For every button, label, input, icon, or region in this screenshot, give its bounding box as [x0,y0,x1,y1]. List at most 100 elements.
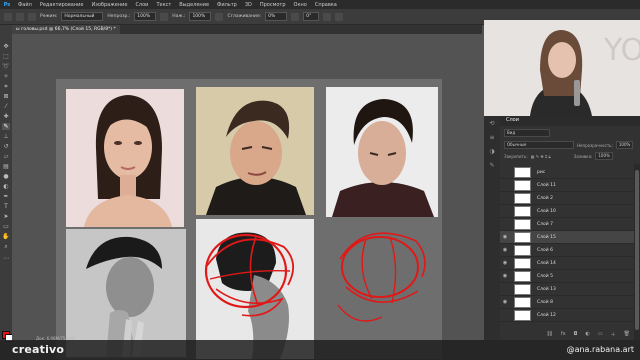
adjustments-panel-icon[interactable]: ◑ [488,148,496,156]
layer-thumbnail [514,283,531,295]
opacity-label: Непрозр.: [107,14,131,19]
layers-footer: ⛓ fx ◘ ◐ ▭ ＋ 🗑︎ [500,330,634,338]
new-layer-icon[interactable]: ＋ [611,331,616,338]
angle-field[interactable]: 0° [303,12,320,21]
layer-row[interactable]: Слой 11 [500,179,634,192]
lock-icons[interactable]: ▦ ✎ ✥ ⌗ 🔒︎ [531,154,551,159]
add-mask-icon[interactable]: ◘ [574,331,578,337]
pen-tool-icon[interactable]: ✒ [2,193,10,200]
smoothing-label: Сглаживание: [227,14,262,19]
pressure-opacity-icon[interactable] [160,12,169,21]
menu-select[interactable]: Выделение [175,2,213,8]
flow-label: Наж.: [172,14,186,19]
adjustment-layer-icon[interactable]: ◐ [586,331,590,337]
link-layers-icon[interactable]: ⛓ [546,331,552,337]
move-tool-icon[interactable]: ✥ [2,43,10,50]
photoshop-logo-icon: Ps [3,1,11,8]
healing-tool-icon[interactable]: ✚ [2,113,10,120]
menu-view[interactable]: Просмотр [256,2,290,8]
opacity-field[interactable]: 100% [134,12,157,21]
menu-layers[interactable]: Слои [131,2,152,8]
lasso-tool-icon[interactable]: ➰ [2,63,10,70]
eraser-tool-icon[interactable]: ▱ [2,153,10,160]
layer-opacity-field[interactable]: 100% [615,141,634,149]
layer-name: Слой 13 [537,286,556,292]
man-looking-down-image [326,87,438,217]
new-group-icon[interactable]: ▭ [598,331,603,337]
history-brush-tool-icon[interactable]: ↺ [2,143,10,150]
menu-3d[interactable]: 3D [241,2,256,8]
path-select-tool-icon[interactable]: ➤ [2,213,10,220]
canvas-area[interactable]: Док: 6,96М/75,19М [12,34,484,359]
layer-thumbnail [514,179,531,191]
pressure-size-icon[interactable] [323,12,332,21]
marquee-tool-icon[interactable]: ⬚ [2,53,10,60]
crop-tool-icon[interactable]: ⌗ [2,83,10,90]
brush-settings-icon[interactable] [28,12,36,21]
menu-filter[interactable]: Фильтр [213,2,241,8]
menu-window[interactable]: Окно [290,2,311,8]
delete-layer-icon[interactable]: 🗑︎ [624,331,630,337]
artboard[interactable] [56,79,442,359]
shape-tool-icon[interactable]: ▭ [2,223,10,230]
zoom-tool-icon[interactable]: ⌕ [2,243,10,250]
document-tab[interactable]: ы головы.psd @ 66,7% (Слой 15, RGB/8*) * [12,25,120,34]
layer-row[interactable]: Слой 7 [500,218,634,231]
brush-panel-icon[interactable]: ✎ [488,162,496,170]
layer-row[interactable]: Слой 10 [500,205,634,218]
layer-row[interactable]: ◉ Слой 14 [500,257,634,270]
layer-name: Слой 10 [537,208,556,214]
dodge-tool-icon[interactable]: ◐ [2,183,10,190]
frame-tool-icon[interactable]: ⊠ [2,93,10,100]
layer-thumbnail [514,205,531,217]
layer-row[interactable]: Слой 2 [500,192,634,205]
brush-tool-icon[interactable]: ✎ [2,123,10,130]
smoothing-options-icon[interactable] [291,12,300,21]
mode-select[interactable]: Нормальный [61,12,104,21]
layer-row[interactable]: Слой 13 [500,283,634,296]
brush-preset-icon[interactable] [16,12,24,21]
layer-kind-filter[interactable]: Вид [504,129,550,137]
reference-photo-profile-sketched [196,219,314,359]
visibility-eye-icon[interactable]: ◉ [500,260,510,266]
blend-mode-select[interactable]: Обычные [504,141,574,149]
type-tool-icon[interactable]: T [2,203,10,210]
layer-row[interactable]: ◉ Слой 5 [500,270,634,283]
man-winking-image [196,87,314,215]
menu-image[interactable]: Изображение [87,2,131,8]
history-panel-icon[interactable]: ⟲ [488,120,496,128]
visibility-eye-icon[interactable]: ◉ [500,247,510,253]
gradient-tool-icon[interactable]: ▤ [2,163,10,170]
menu-file[interactable]: Файл [14,2,36,8]
smoothing-field[interactable]: 0% [265,12,288,21]
layer-row[interactable]: Слой 12 [500,309,634,322]
more-tools-icon[interactable]: ⋯ [2,255,10,262]
menu-help[interactable]: Справка [311,2,341,8]
menu-type[interactable]: Текст [152,2,175,8]
visibility-eye-icon[interactable]: ◉ [500,273,510,279]
flow-field[interactable]: 100% [189,12,212,21]
visibility-eye-icon[interactable]: ◉ [500,299,510,305]
visibility-eye-icon[interactable]: ◉ [500,234,510,240]
layer-name: рис [537,169,546,175]
blur-tool-icon[interactable]: ● [2,173,10,180]
layers-panel-title[interactable]: Слои [506,117,519,123]
eyedropper-tool-icon[interactable]: ⁄ [2,103,10,110]
properties-panel-icon[interactable]: ≡ [488,134,496,142]
fill-field[interactable]: 100% [595,152,613,160]
layer-style-icon[interactable]: fx [561,331,566,337]
stamp-tool-icon[interactable]: ⊥ [2,133,10,140]
layer-row[interactable]: ◉ Слой 6 [500,244,634,257]
airbrush-icon[interactable] [215,12,224,21]
layer-row[interactable]: ◉ Слой 8 [500,296,634,309]
layers-scrollbar[interactable] [634,164,640,340]
home-icon[interactable] [4,12,12,21]
layers-scrollbar-thumb[interactable] [635,170,639,330]
hand-tool-icon[interactable]: ✋ [2,233,10,240]
layer-row[interactable]: ◉ Слой 15 [500,231,634,244]
presenter-image: YO [484,20,640,116]
quick-select-tool-icon[interactable]: ✧ [2,73,10,80]
symmetry-icon[interactable] [335,12,344,21]
layer-row[interactable]: рис [500,166,634,179]
menu-edit[interactable]: Редактирование [36,2,88,8]
